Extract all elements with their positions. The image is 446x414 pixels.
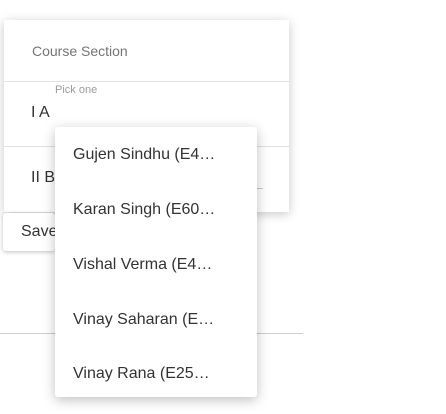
section-name-ii-b: II B <box>31 169 56 186</box>
save-button[interactable]: Save <box>3 213 57 251</box>
dropdown-option[interactable]: Karan Singh (E60… <box>73 199 238 221</box>
divider <box>4 81 289 82</box>
dropdown-option[interactable]: Vinay Rana (E25… <box>73 363 238 385</box>
dropdown-option[interactable]: Gujen Sindhu (E4… <box>73 144 238 166</box>
pick-one-label: Pick one <box>55 84 98 96</box>
card-header-title: Course Section <box>32 43 128 59</box>
dropdown-option[interactable]: Vinay Saharan (E… <box>73 309 238 331</box>
dropdown-option[interactable]: Vishal Verma (E4… <box>73 254 238 276</box>
student-dropdown-menu[interactable]: Gujen Sindhu (E4… Karan Singh (E60… Vish… <box>55 127 257 397</box>
section-name-i-a: I A <box>31 104 50 121</box>
